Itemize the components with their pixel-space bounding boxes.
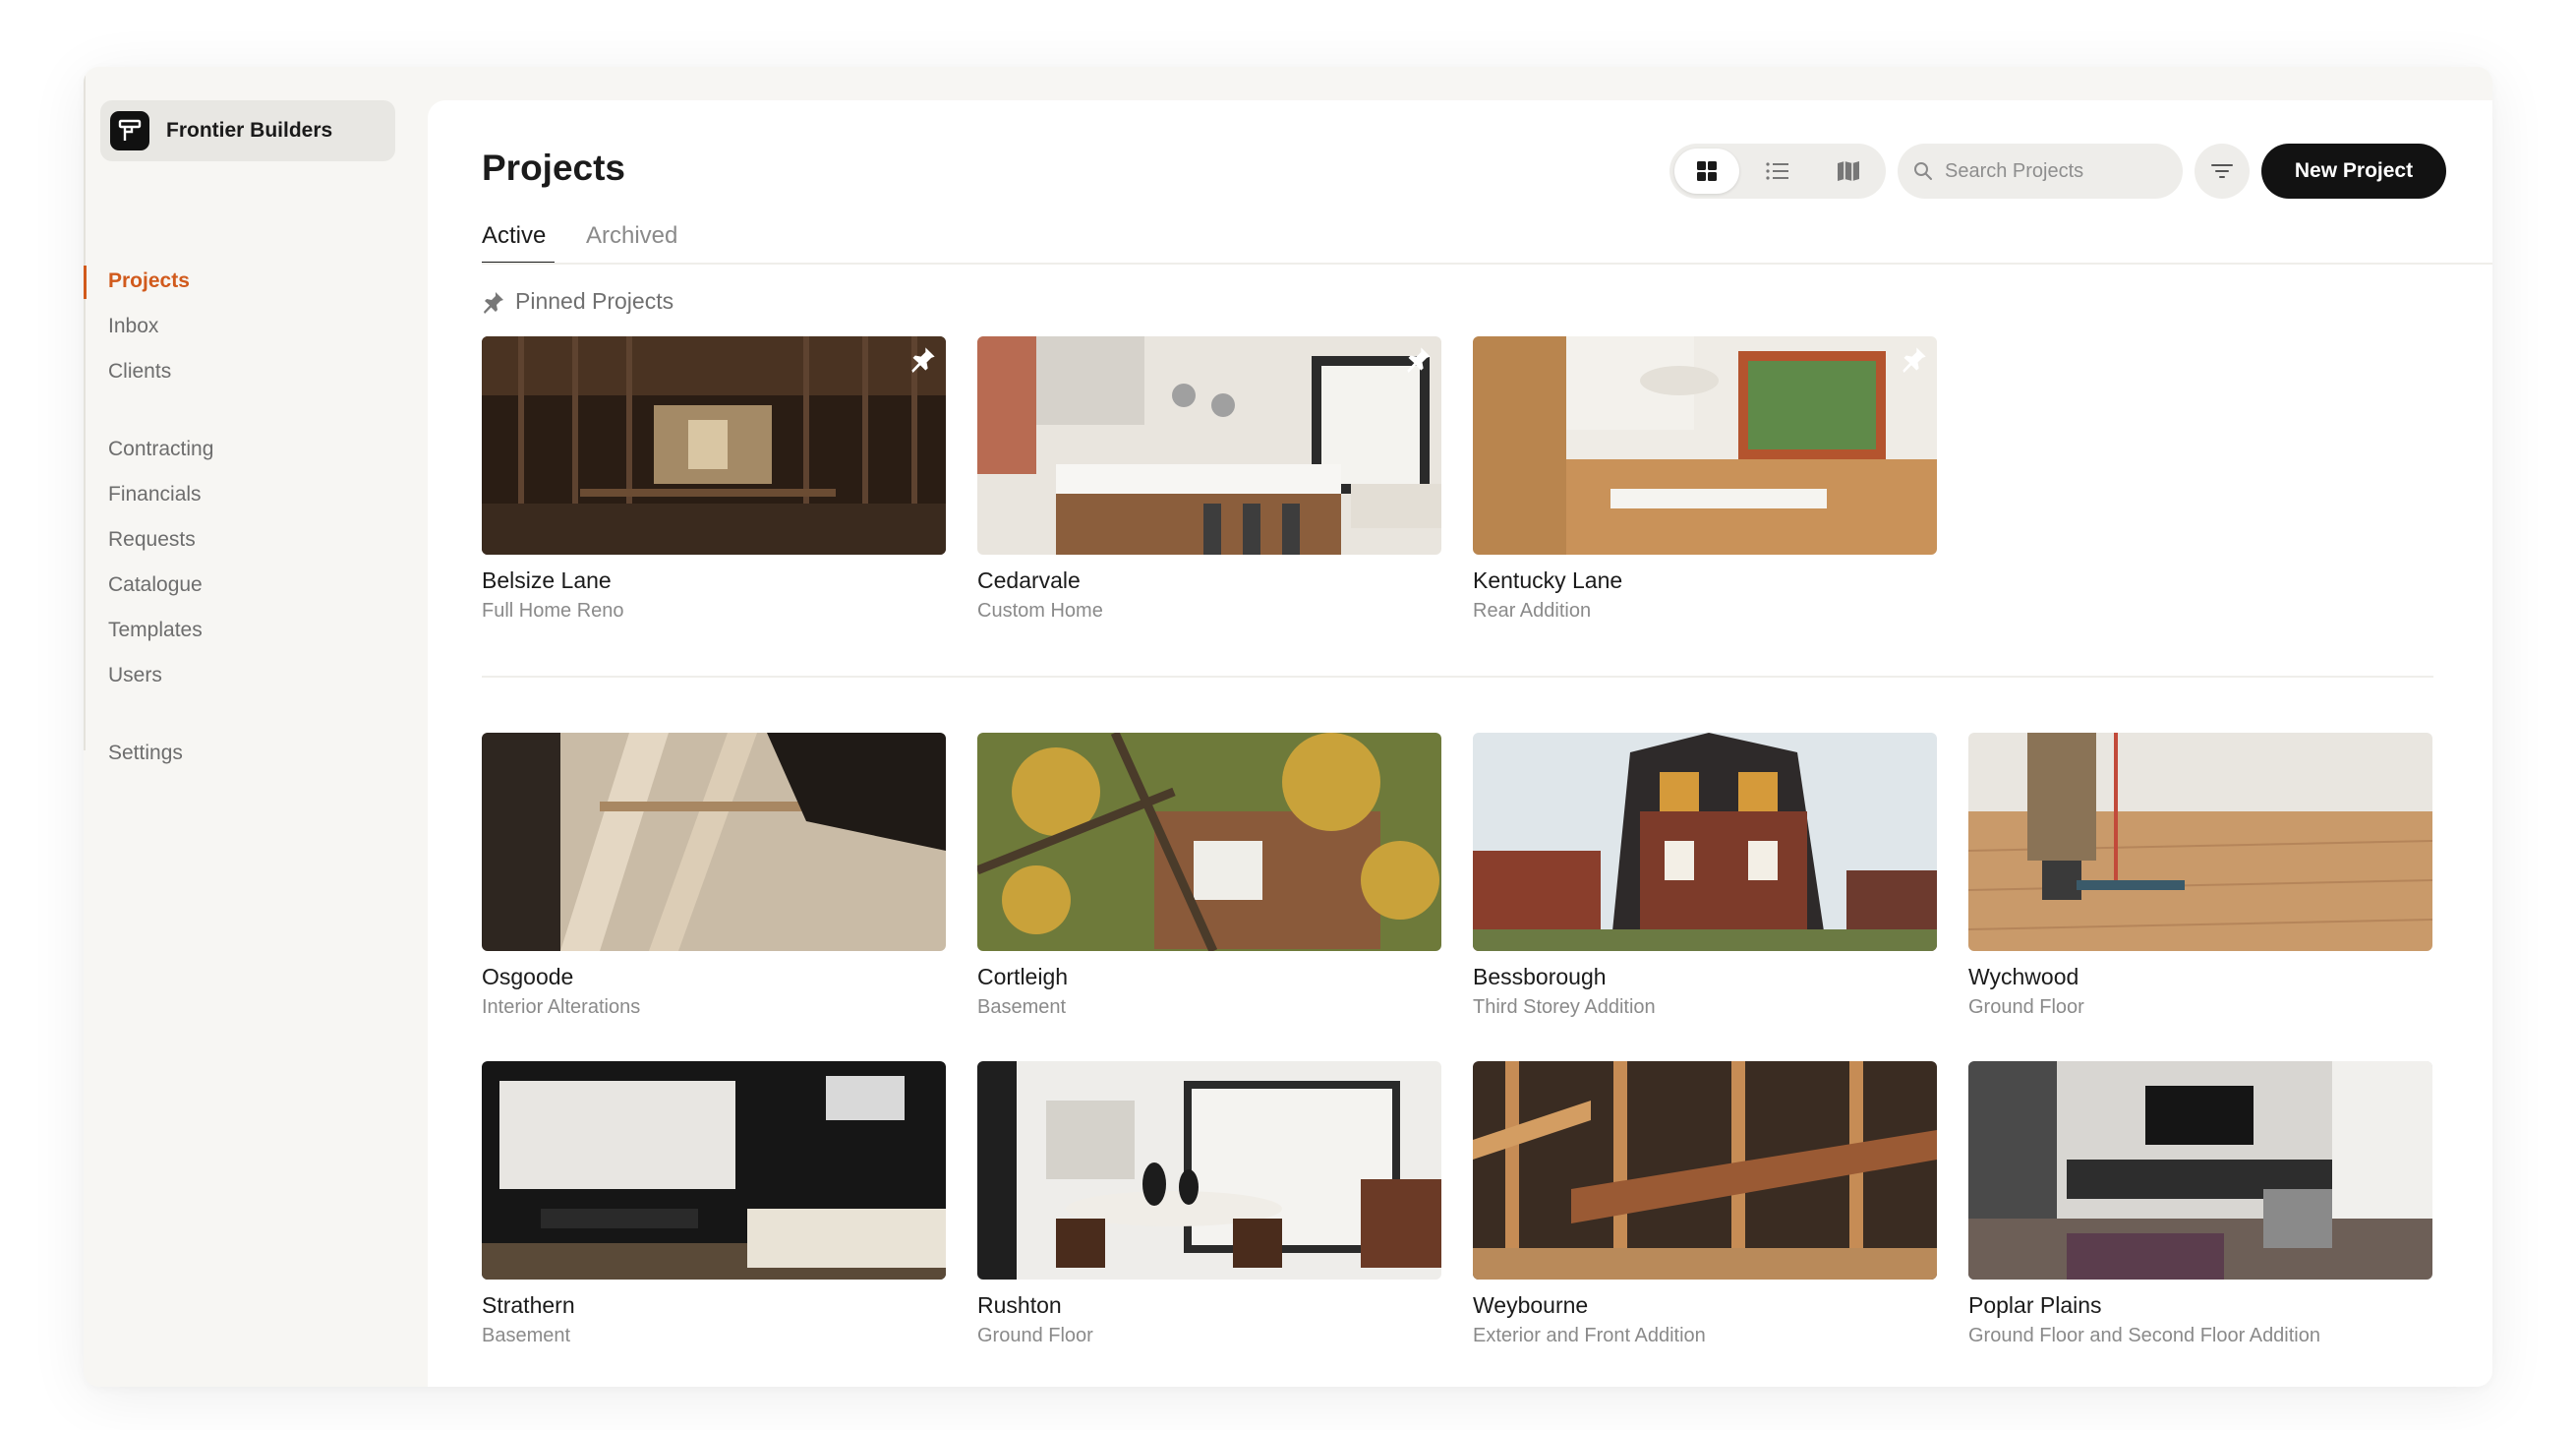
sidebar-item-settings[interactable]: Settings: [108, 738, 183, 769]
project-thumbnail: [1968, 733, 2432, 951]
project-thumbnail: [1473, 336, 1937, 555]
tab-active[interactable]: Active: [482, 222, 546, 266]
project-title: Weybourne: [1473, 1292, 1589, 1318]
tab-archived[interactable]: Archived: [586, 222, 677, 266]
project-card-strathern[interactable]: Strathern Basement: [482, 1061, 946, 1347]
sidebar: Frontier Builders Projects Inbox Clients…: [84, 67, 428, 1387]
project-title: Bessborough: [1473, 964, 1607, 989]
sidebar-item-clients[interactable]: Clients: [108, 356, 171, 387]
project-thumbnail: [1473, 1061, 1937, 1280]
project-card-bessborough[interactable]: Bessborough Third Storey Addition: [1473, 733, 1937, 1019]
project-title: Wychwood: [1968, 964, 2079, 989]
active-nav-marker: [84, 266, 87, 299]
pinned-projects-header: Pinned Projects: [482, 288, 673, 315]
sidebar-item-contracting[interactable]: Contracting: [108, 434, 213, 465]
project-title: Cedarvale: [977, 567, 1081, 593]
list-view-button[interactable]: [1745, 149, 1810, 194]
search-input[interactable]: [1945, 159, 2161, 183]
project-thumbnail: [977, 1061, 1441, 1280]
project-subtitle: Ground Floor and Second Floor Addition: [1968, 1325, 2320, 1346]
project-card-cortleigh[interactable]: Cortleigh Basement: [977, 733, 1441, 1019]
project-title: Strathern: [482, 1292, 575, 1318]
filter-button[interactable]: [2195, 144, 2250, 199]
project-card-osgoode[interactable]: Osgoode Interior Alterations: [482, 733, 946, 1019]
project-card-kentucky-lane[interactable]: Kentucky Lane Rear Addition: [1473, 336, 1937, 623]
sidebar-item-financials[interactable]: Financials: [108, 479, 202, 510]
app-window: Frontier Builders Projects Inbox Clients…: [84, 67, 2492, 1387]
project-title: Rushton: [977, 1292, 1062, 1318]
project-thumbnail: [482, 1061, 946, 1280]
pinned-projects-label: Pinned Projects: [515, 288, 674, 314]
filter-icon: [2211, 164, 2233, 178]
pinned-badge-icon[interactable]: [1901, 345, 1928, 373]
pin-icon: [484, 291, 503, 314]
project-thumbnail: [977, 733, 1441, 951]
toolbar: New Project: [428, 144, 2492, 201]
project-thumbnail: [1968, 1061, 2432, 1280]
pinned-badge-icon[interactable]: [909, 345, 937, 373]
view-toggle: [1669, 144, 1886, 199]
tabs-divider: [482, 263, 2492, 265]
org-switcher[interactable]: Frontier Builders: [100, 100, 395, 161]
project-thumbnail: [482, 336, 946, 555]
project-thumbnail: [482, 733, 946, 951]
org-name: Frontier Builders: [166, 119, 333, 142]
search-box[interactable]: [1898, 144, 2183, 199]
list-view-icon: [1766, 162, 1788, 180]
project-subtitle: Ground Floor: [1968, 996, 2084, 1018]
sidebar-item-projects[interactable]: Projects: [108, 266, 190, 297]
new-project-button[interactable]: New Project: [2261, 144, 2446, 199]
project-title: Belsize Lane: [482, 567, 612, 593]
sidebar-item-templates[interactable]: Templates: [108, 615, 203, 646]
map-view-icon: [1838, 161, 1859, 181]
project-card-weybourne[interactable]: Weybourne Exterior and Front Addition: [1473, 1061, 1937, 1347]
project-title: Kentucky Lane: [1473, 567, 1623, 593]
sidebar-item-catalogue[interactable]: Catalogue: [108, 569, 203, 601]
project-card-belsize-lane[interactable]: Belsize Lane Full Home Reno: [482, 336, 946, 623]
grid-view-button[interactable]: [1674, 149, 1739, 194]
project-thumbnail: [1473, 733, 1937, 951]
project-subtitle: Basement: [482, 1325, 571, 1346]
main-panel: Projects Search Projects New Project Act…: [428, 100, 2492, 1387]
project-title: Cortleigh: [977, 964, 1069, 989]
section-divider: [482, 676, 2433, 678]
project-card-rushton[interactable]: Rushton Ground Floor: [977, 1061, 1441, 1347]
project-title: Poplar Plains: [1968, 1292, 2102, 1318]
grid-view-icon: [1697, 161, 1717, 181]
project-subtitle: Exterior and Front Addition: [1473, 1325, 1706, 1346]
project-thumbnail: [977, 336, 1441, 555]
project-card-poplar-plains[interactable]: Poplar Plains Ground Floor and Second Fl…: [1968, 1061, 2432, 1347]
project-card-wychwood[interactable]: Wychwood Ground Floor: [1968, 733, 2432, 1019]
pinned-badge-icon[interactable]: [1405, 345, 1433, 373]
sidebar-item-inbox[interactable]: Inbox: [108, 311, 158, 342]
sidebar-item-users[interactable]: Users: [108, 660, 162, 691]
project-title: Osgoode: [482, 964, 574, 989]
project-subtitle: Basement: [977, 996, 1067, 1018]
project-subtitle: Full Home Reno: [482, 600, 624, 622]
project-card-cedarvale[interactable]: Cedarvale Custom Home: [977, 336, 1441, 623]
frontier-logo-icon: [110, 111, 149, 150]
sidebar-rule: [84, 67, 86, 750]
sidebar-item-requests[interactable]: Requests: [108, 524, 196, 556]
project-subtitle: Ground Floor: [977, 1325, 1093, 1346]
project-subtitle: Interior Alterations: [482, 996, 641, 1018]
search-icon: [1914, 162, 1932, 180]
map-view-button[interactable]: [1816, 149, 1881, 194]
project-subtitle: Rear Addition: [1473, 600, 1592, 622]
project-subtitle: Third Storey Addition: [1473, 996, 1656, 1018]
project-subtitle: Custom Home: [977, 600, 1103, 622]
